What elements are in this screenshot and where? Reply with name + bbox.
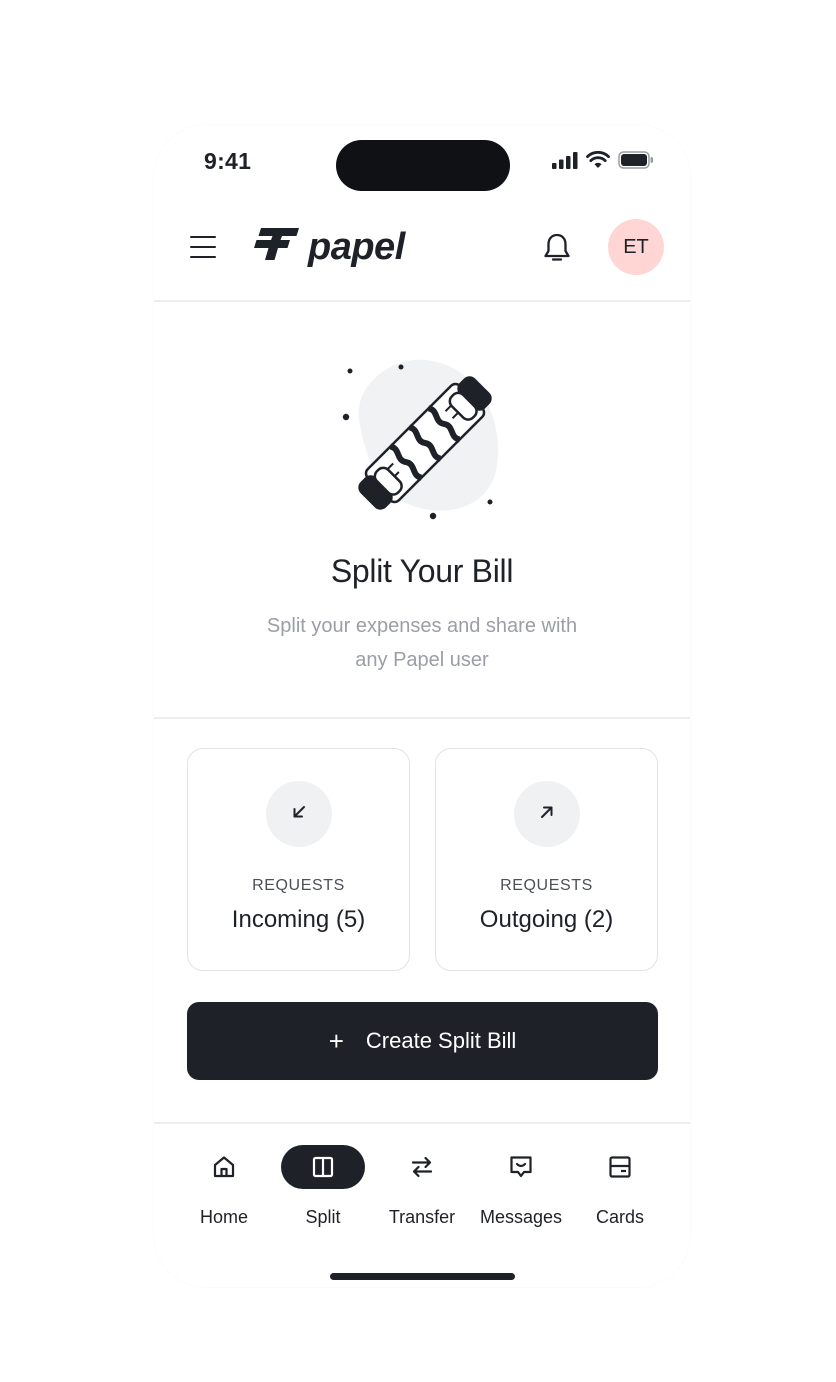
messages-icon <box>479 1145 563 1189</box>
header-divider <box>154 300 690 302</box>
menu-button[interactable] <box>190 234 218 260</box>
outgoing-icon-circle <box>514 781 580 847</box>
bell-icon <box>542 233 572 268</box>
card-label: REQUESTS <box>252 877 345 894</box>
nav-item-messages[interactable]: Messages <box>471 1145 571 1235</box>
card-value: Outgoing (2) <box>479 906 614 933</box>
nav-item-transfer[interactable]: Transfer <box>372 1145 472 1235</box>
section-divider <box>154 717 690 719</box>
arrow-up-right-icon <box>539 804 555 825</box>
home-icon <box>182 1145 266 1189</box>
nav-label: Cards <box>595 1207 644 1227</box>
page-subtitle: Split your expenses and share with any P… <box>266 615 578 671</box>
battery-icon <box>618 151 654 174</box>
papel-mark-icon <box>252 226 300 267</box>
page-title: Split Your Bill <box>330 553 514 589</box>
phone-screen: 9:41 papel ET Split Your Bill Split your… <box>154 125 690 1287</box>
app-header: papel ET <box>154 218 690 302</box>
cards-icon <box>578 1145 662 1189</box>
split-icon <box>281 1145 365 1189</box>
create-split-bill-button[interactable]: + Create Split Bill <box>187 1002 658 1080</box>
nav-divider <box>154 1122 690 1124</box>
nav-item-cards[interactable]: Cards <box>570 1145 670 1235</box>
user-avatar[interactable]: ET <box>608 219 664 275</box>
nav-item-split[interactable]: Split <box>273 1145 373 1235</box>
plus-icon: + <box>328 1026 344 1056</box>
transfer-icon <box>380 1145 464 1189</box>
menu-icon-line <box>190 236 216 239</box>
card-label: REQUESTS <box>500 877 593 894</box>
papel-logo: papel <box>252 226 405 267</box>
nav-item-home[interactable]: Home <box>174 1145 274 1235</box>
home-indicator[interactable] <box>330 1273 515 1280</box>
incoming-requests-card[interactable]: REQUESTS Incoming (5) <box>187 748 410 971</box>
create-split-bill-label: Create Split Bill <box>365 1028 517 1053</box>
menu-icon-line <box>190 245 216 249</box>
menu-icon-line <box>190 255 216 258</box>
card-value: Incoming (5) <box>231 906 366 933</box>
logo-wordmark: papel <box>308 225 405 268</box>
arrow-down-left-icon <box>291 804 307 825</box>
wifi-icon <box>586 150 610 174</box>
dynamic-island <box>336 140 510 191</box>
incoming-icon-circle <box>266 781 332 847</box>
status-time: 9:41 <box>204 148 252 174</box>
notifications-button[interactable] <box>542 232 572 269</box>
split-bill-illustration <box>340 355 510 530</box>
signal-icon <box>552 151 578 174</box>
bottom-navigation: Home Split Transfer Messages Cards <box>174 1145 670 1235</box>
outgoing-requests-card[interactable]: REQUESTS Outgoing (2) <box>435 748 658 971</box>
status-icons <box>552 150 654 174</box>
